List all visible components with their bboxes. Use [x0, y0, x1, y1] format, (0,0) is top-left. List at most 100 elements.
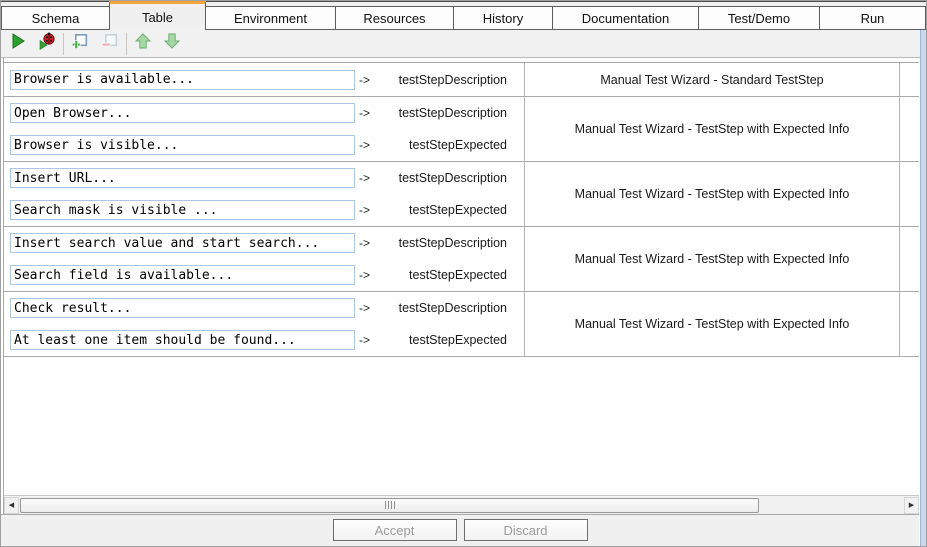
tab-resources[interactable]: Resources [335, 6, 454, 30]
wizard-type-label: Manual Test Wizard - TestStep with Expec… [525, 292, 900, 356]
mapping-arrow: -> [359, 203, 370, 217]
move-up-button[interactable] [133, 34, 153, 54]
remove-row-button[interactable] [100, 34, 120, 54]
mapping-arrow: -> [359, 138, 370, 152]
scroll-right-icon: ▶ [909, 501, 914, 509]
tab-environment[interactable]: Environment [205, 6, 336, 30]
test-step-value-input[interactable] [10, 330, 355, 350]
test-step-group: -> testStepDescription -> testStepExpect… [4, 97, 919, 162]
footer-bar: Accept Discard [1, 514, 919, 546]
run-button[interactable] [8, 34, 28, 54]
group-end-column [900, 63, 919, 96]
test-step-row: -> testStepDescription [4, 233, 524, 253]
tab-bar: Schema Table Environment Resources Histo… [1, 1, 926, 30]
debug-bug-icon [38, 32, 56, 55]
tab-label: Environment [234, 11, 307, 26]
wizard-type-label: Manual Test Wizard - TestStep with Expec… [525, 97, 900, 161]
mapping-arrow: -> [359, 333, 370, 347]
tab-label: Documentation [582, 11, 669, 26]
test-step-value-input[interactable] [10, 70, 355, 90]
tab-schema[interactable]: Schema [1, 6, 110, 30]
test-step-row: -> testStepExpected [4, 135, 524, 155]
move-up-icon [134, 32, 152, 55]
tab-documentation[interactable]: Documentation [552, 6, 699, 30]
group-end-column [900, 162, 919, 226]
test-step-value-input[interactable] [10, 135, 355, 155]
toolbar [1, 30, 920, 58]
move-down-icon [163, 32, 181, 55]
wizard-type-label: Manual Test Wizard - TestStep with Expec… [525, 227, 900, 291]
mapped-field-name: testStepDescription [370, 106, 524, 120]
test-step-row: -> testStepExpected [4, 265, 524, 285]
mapping-arrow: -> [359, 171, 370, 185]
toolbar-separator [63, 33, 64, 55]
mapped-field-name: testStepDescription [370, 236, 524, 250]
test-step-value-input[interactable] [10, 233, 355, 253]
debug-button[interactable] [37, 34, 57, 54]
test-step-row: -> testStepDescription [4, 70, 524, 90]
test-step-row: -> testStepDescription [4, 103, 524, 123]
tab-history[interactable]: History [453, 6, 553, 30]
thumb-grip [394, 501, 395, 509]
test-step-value-input[interactable] [10, 200, 355, 220]
test-step-value-input[interactable] [10, 168, 355, 188]
discard-button-label: Discard [503, 523, 547, 538]
tab-label: Run [861, 11, 885, 26]
thumb-grip [385, 501, 386, 509]
window-right-border [920, 1, 926, 546]
discard-button[interactable]: Discard [464, 519, 588, 541]
mapped-field-name: testStepExpected [370, 268, 524, 282]
thumb-grip [391, 501, 392, 509]
tab-test-demo[interactable]: Test/Demo [698, 6, 820, 30]
wizard-type-label: Manual Test Wizard - TestStep with Expec… [525, 162, 900, 226]
mapping-arrow: -> [359, 268, 370, 282]
scroll-left-icon: ◀ [9, 501, 14, 509]
move-down-button[interactable] [162, 34, 182, 54]
test-step-value-input[interactable] [10, 265, 355, 285]
tab-label: Resources [363, 11, 425, 26]
group-left-column: -> testStepDescription -> testStepExpect… [4, 227, 525, 291]
tab-label: Table [142, 10, 173, 25]
mapping-arrow: -> [359, 301, 370, 315]
group-end-column [900, 227, 919, 291]
accept-button-label: Accept [375, 523, 415, 538]
test-step-row: -> testStepDescription [4, 298, 524, 318]
test-step-value-input[interactable] [10, 103, 355, 123]
mapped-field-name: testStepExpected [370, 333, 524, 347]
group-left-column: -> testStepDescription -> testStepExpect… [4, 97, 525, 161]
horizontal-scrollbar[interactable]: ◀ ▶ [4, 495, 919, 514]
scrollbar-thumb[interactable] [20, 498, 759, 513]
group-end-column [900, 97, 919, 161]
mapped-field-name: testStepDescription [370, 73, 524, 87]
group-left-column: -> testStepDescription [4, 63, 525, 96]
app-window: Schema Table Environment Resources Histo… [0, 0, 927, 547]
add-row-button[interactable] [70, 34, 90, 54]
wizard-type-label: Manual Test Wizard - Standard TestStep [525, 63, 900, 96]
mapping-arrow: -> [359, 106, 370, 120]
tab-run[interactable]: Run [819, 6, 926, 30]
test-step-value-input[interactable] [10, 298, 355, 318]
add-row-icon [71, 32, 89, 55]
tab-label: History [483, 11, 523, 26]
test-step-row: -> testStepExpected [4, 330, 524, 350]
remove-row-icon [101, 32, 119, 55]
group-left-column: -> testStepDescription -> testStepExpect… [4, 162, 525, 226]
group-left-column: -> testStepDescription -> testStepExpect… [4, 292, 525, 356]
group-end-column [900, 292, 919, 356]
thumb-grip [388, 501, 389, 509]
test-step-table: -> testStepDescription Manual Test Wizar… [3, 58, 919, 514]
mapped-field-name: testStepExpected [370, 203, 524, 217]
test-step-rows: -> testStepDescription Manual Test Wizar… [4, 62, 919, 357]
scroll-left-button[interactable]: ◀ [4, 497, 19, 514]
test-step-group: -> testStepDescription -> testStepExpect… [4, 292, 919, 357]
tab-label: Schema [32, 11, 80, 26]
test-step-row: -> testStepDescription [4, 168, 524, 188]
mapping-arrow: -> [359, 73, 370, 87]
accept-button[interactable]: Accept [333, 519, 457, 541]
test-step-group: -> testStepDescription -> testStepExpect… [4, 162, 919, 227]
tab-table[interactable]: Table [109, 1, 206, 30]
test-step-row: -> testStepExpected [4, 200, 524, 220]
scroll-right-button[interactable]: ▶ [904, 497, 919, 514]
mapped-field-name: testStepExpected [370, 138, 524, 152]
toolbar-separator [126, 33, 127, 55]
